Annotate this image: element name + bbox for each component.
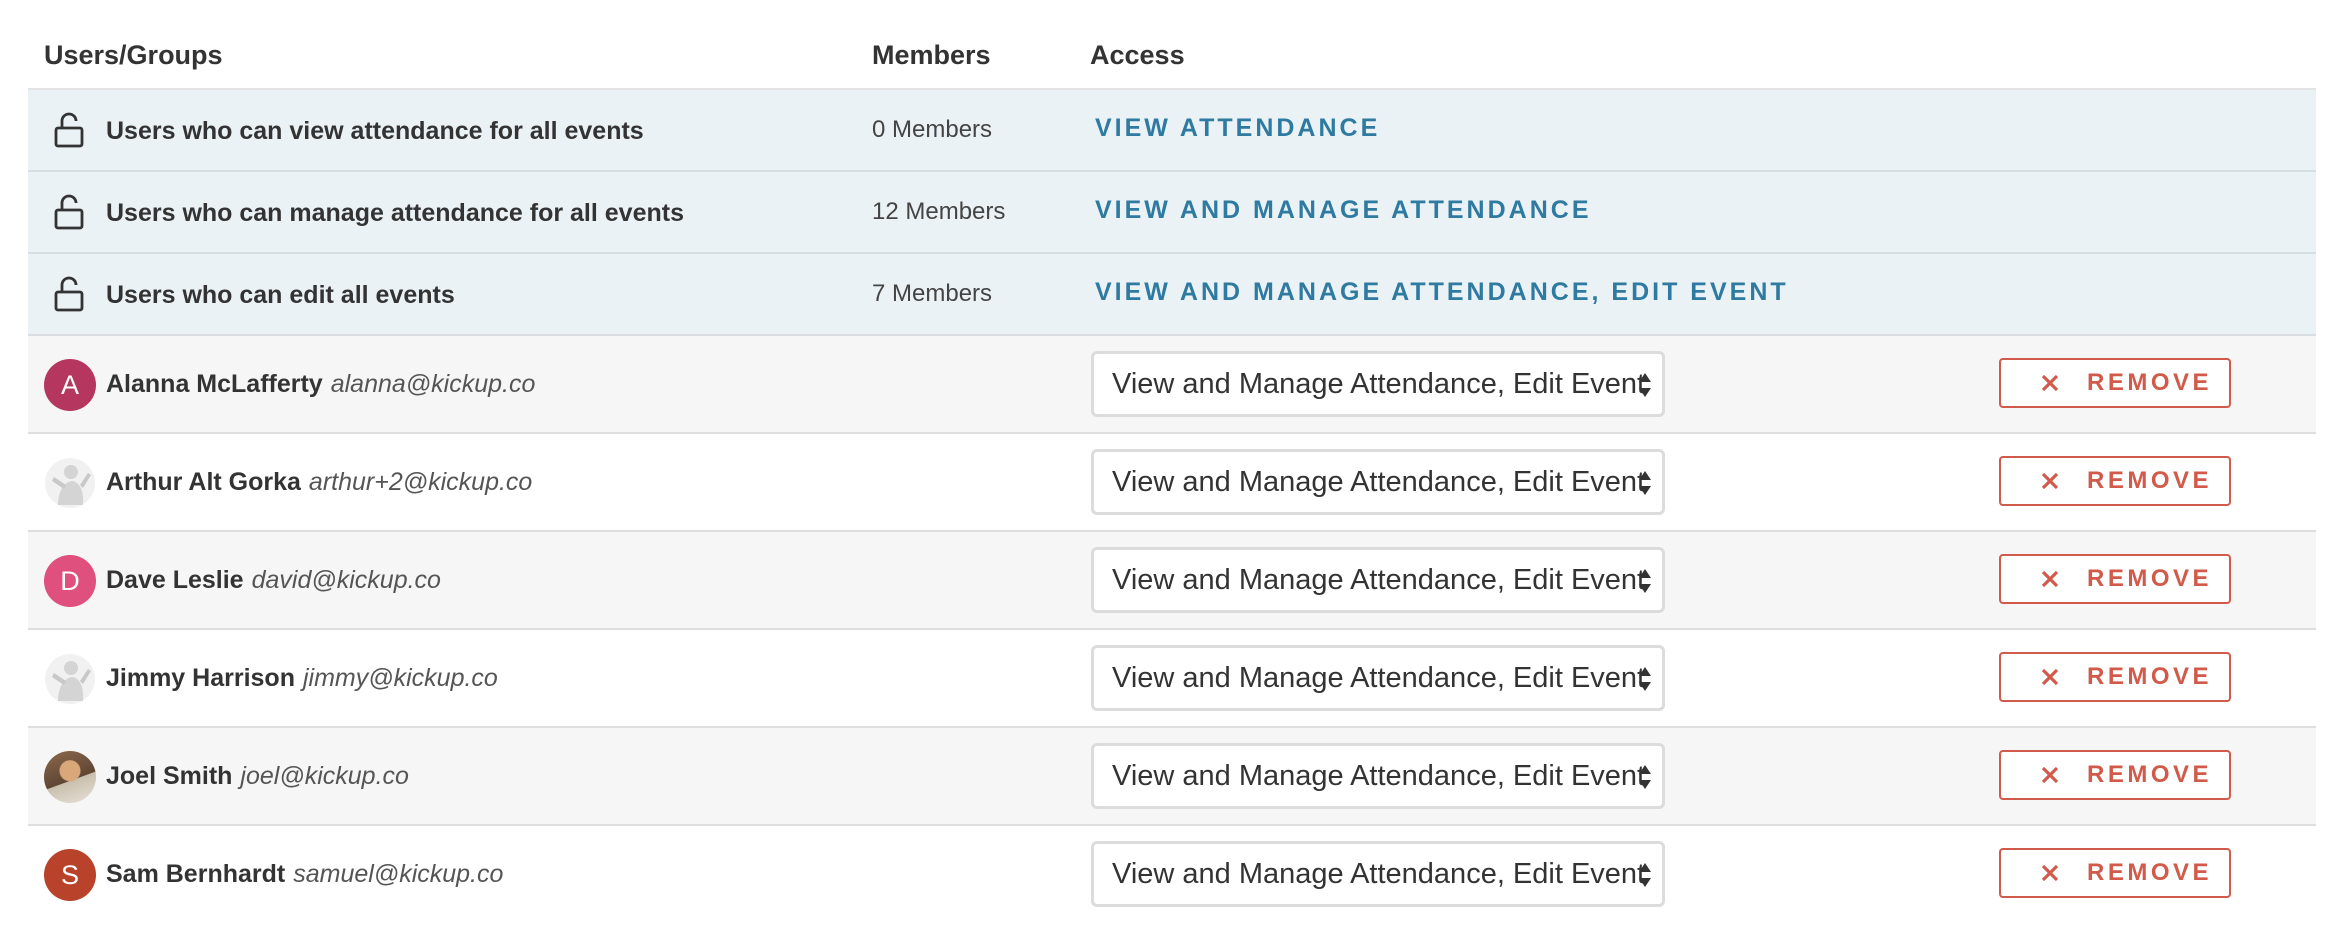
access-link[interactable]: VIEW AND MANAGE ATTENDANCE, EDIT EVENT [1095, 254, 1789, 330]
remove-button[interactable]: REMOVE [1999, 554, 2231, 604]
close-icon [2041, 374, 2059, 392]
avatar: D [44, 555, 96, 607]
remove-label: REMOVE [2087, 369, 2213, 396]
remove-button[interactable]: REMOVE [1999, 848, 2231, 898]
users-groups-column-header: Users/Groups [44, 40, 223, 70]
unlocked-padlock-icon [54, 112, 84, 148]
user-row: D Dave Leslie david@kickup.co View and Ma… [28, 532, 2316, 630]
members-count: 7 Members [872, 280, 993, 307]
access-link[interactable]: VIEW AND MANAGE ATTENDANCE [1095, 172, 1592, 248]
user-info: Jimmy Harrison jimmy@kickup.co [106, 630, 498, 726]
close-icon [2041, 864, 2059, 882]
permissions-table: Users/Groups Members Access Users who ca… [28, 0, 2316, 924]
access-select[interactable]: View and Manage Attendance, Edit Event [1091, 645, 1665, 711]
default-avatar-icon [44, 457, 96, 509]
select-arrows-icon [1639, 373, 1651, 397]
user-email: samuel@kickup.co [293, 860, 504, 888]
group-row: Users who can manage attendance for all … [28, 172, 2316, 254]
user-email: jimmy@kickup.co [302, 664, 498, 692]
access-select-value: View and Manage Attendance, Edit Event [1112, 564, 1646, 596]
user-info: Arthur Alt Gorka arthur+2@kickup.co [106, 434, 532, 530]
group-row: Users who can view attendance for all ev… [28, 90, 2316, 172]
default-avatar-icon [44, 653, 96, 705]
user-name: Sam Bernhardt [106, 860, 286, 888]
user-name: Arthur Alt Gorka [106, 468, 301, 496]
access-link[interactable]: VIEW ATTENDANCE [1095, 90, 1380, 166]
close-icon [2041, 766, 2059, 784]
user-row: Joel Smith joel@kickup.co View and Manage… [28, 728, 2316, 826]
access-select-value: View and Manage Attendance, Edit Event [1112, 368, 1646, 400]
select-arrows-icon [1639, 569, 1651, 593]
access-select[interactable]: View and Manage Attendance, Edit Event [1091, 743, 1665, 809]
close-icon [2041, 668, 2059, 686]
access-select-value: View and Manage Attendance, Edit Event [1112, 466, 1646, 498]
select-arrows-icon [1639, 765, 1651, 789]
user-name: Dave Leslie [106, 566, 244, 594]
members-column-header: Members [872, 40, 991, 70]
remove-button[interactable]: REMOVE [1999, 358, 2231, 408]
user-email: alanna@kickup.co [330, 370, 536, 398]
user-email: arthur+2@kickup.co [308, 468, 533, 496]
access-select[interactable]: View and Manage Attendance, Edit Event [1091, 449, 1665, 515]
user-email: david@kickup.co [251, 566, 441, 594]
avatar: S [44, 849, 96, 901]
user-row: Jimmy Harrison jimmy@kickup.co View and M… [28, 630, 2316, 728]
user-info: Alanna McLafferty alanna@kickup.co [106, 336, 535, 432]
access-column-header: Access [1090, 40, 1185, 70]
user-info: Sam Bernhardt samuel@kickup.co [106, 826, 503, 922]
group-name: Users who can edit all events [106, 281, 455, 309]
user-row: A Alanna McLafferty alanna@kickup.co View… [28, 336, 2316, 434]
unlocked-padlock-icon [54, 276, 84, 312]
remove-label: REMOVE [2087, 565, 2213, 592]
remove-label: REMOVE [2087, 859, 2213, 886]
avatar-photo [44, 751, 96, 803]
members-count: 0 Members [872, 116, 993, 143]
avatar: A [44, 359, 96, 411]
unlocked-padlock-icon [54, 194, 84, 230]
user-row: Arthur Alt Gorka arthur+2@kickup.co View … [28, 434, 2316, 532]
user-email: joel@kickup.co [240, 762, 409, 790]
user-info: Joel Smith joel@kickup.co [106, 728, 409, 824]
select-arrows-icon [1639, 667, 1651, 691]
remove-button[interactable]: REMOVE [1999, 652, 2231, 702]
remove-button[interactable]: REMOVE [1999, 750, 2231, 800]
user-name: Alanna McLafferty [106, 370, 323, 398]
remove-label: REMOVE [2087, 663, 2213, 690]
remove-button[interactable]: REMOVE [1999, 456, 2231, 506]
select-arrows-icon [1639, 471, 1651, 495]
remove-label: REMOVE [2087, 467, 2213, 494]
user-name: Jimmy Harrison [106, 664, 295, 692]
select-arrows-icon [1639, 863, 1651, 887]
table-header: Users/Groups Members Access [28, 0, 2316, 90]
access-select-value: View and Manage Attendance, Edit Event [1112, 662, 1646, 694]
remove-label: REMOVE [2087, 761, 2213, 788]
close-icon [2041, 472, 2059, 490]
members-count: 12 Members [872, 198, 1006, 225]
access-select[interactable]: View and Manage Attendance, Edit Event [1091, 841, 1665, 907]
access-select-value: View and Manage Attendance, Edit Event [1112, 760, 1646, 792]
close-icon [2041, 570, 2059, 588]
access-select-value: View and Manage Attendance, Edit Event [1112, 858, 1646, 890]
user-name: Joel Smith [106, 762, 233, 790]
user-info: Dave Leslie david@kickup.co [106, 532, 441, 628]
group-row: Users who can edit all events 7 Members … [28, 254, 2316, 336]
access-select[interactable]: View and Manage Attendance, Edit Event [1091, 547, 1665, 613]
user-row: S Sam Bernhardt samuel@kickup.co View and… [28, 826, 2316, 924]
group-name: Users who can manage attendance for all … [106, 199, 684, 227]
group-name: Users who can view attendance for all ev… [106, 117, 644, 145]
access-select[interactable]: View and Manage Attendance, Edit Event [1091, 351, 1665, 417]
